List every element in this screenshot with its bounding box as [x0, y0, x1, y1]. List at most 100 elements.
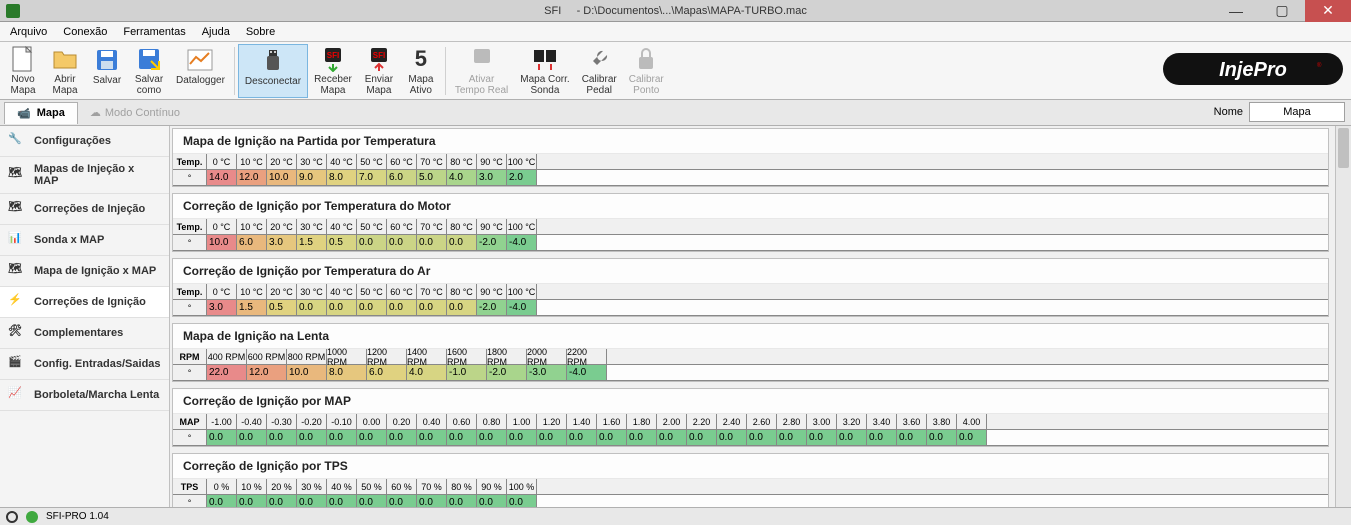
data-cell[interactable]: 6.0	[367, 365, 407, 381]
data-cell[interactable]: 0.0	[297, 300, 327, 316]
receive-map-button[interactable]: SFIReceberMapa	[308, 44, 358, 98]
data-cell[interactable]: 0.0	[387, 235, 417, 251]
data-cell[interactable]: 0.0	[507, 495, 537, 507]
data-cell[interactable]: 10.0	[287, 365, 327, 381]
open-map-button[interactable]: AbrirMapa	[44, 44, 86, 98]
data-cell[interactable]: 1.5	[297, 235, 327, 251]
sonda-map-button[interactable]: Mapa Corr.Sonda	[514, 44, 575, 98]
sidebar-item-6[interactable]: 🛠Complementares	[0, 318, 169, 349]
data-cell[interactable]: 8.0	[327, 365, 367, 381]
maximize-button[interactable]: ▢	[1259, 0, 1305, 22]
data-cell[interactable]: 0.0	[717, 430, 747, 446]
sidebar-item-4[interactable]: 🗺Mapa de Ignição x MAP	[0, 256, 169, 287]
data-cell[interactable]: 0.0	[597, 430, 627, 446]
sidebar-item-2[interactable]: 🗺Correções de Injeção	[0, 194, 169, 225]
data-cell[interactable]: 0.0	[627, 430, 657, 446]
data-cell[interactable]: 0.0	[267, 495, 297, 507]
close-button[interactable]: ✕	[1305, 0, 1351, 22]
menu-sobre[interactable]: Sobre	[240, 24, 281, 40]
data-cell[interactable]: 0.0	[357, 300, 387, 316]
data-cell[interactable]: 0.0	[237, 430, 267, 446]
sidebar-item-5[interactable]: ⚡Correções de Ignição	[0, 287, 169, 318]
data-cell[interactable]: 0.0	[417, 235, 447, 251]
save-as-button[interactable]: Salvarcomo	[128, 44, 170, 98]
data-cell[interactable]: 0.0	[207, 495, 237, 507]
data-cell[interactable]: -1.0	[447, 365, 487, 381]
data-cell[interactable]: -2.0	[477, 235, 507, 251]
menu-arquivo[interactable]: Arquivo	[4, 24, 53, 40]
data-cell[interactable]: 0.0	[447, 495, 477, 507]
data-cell[interactable]: 0.0	[417, 300, 447, 316]
sidebar-item-8[interactable]: 📈Borboleta/Marcha Lenta	[0, 380, 169, 411]
data-cell[interactable]: 0.0	[507, 430, 537, 446]
data-cell[interactable]: 5.0	[417, 170, 447, 186]
data-cell[interactable]: -4.0	[507, 300, 537, 316]
data-cell[interactable]: 0.0	[777, 430, 807, 446]
sidebar-item-0[interactable]: 🔧Configurações	[0, 126, 169, 157]
data-cell[interactable]: 0.0	[687, 430, 717, 446]
data-cell[interactable]: 0.0	[297, 430, 327, 446]
data-cell[interactable]: 0.0	[747, 430, 777, 446]
datalogger-button[interactable]: Datalogger	[170, 44, 231, 98]
data-cell[interactable]: 0.0	[327, 495, 357, 507]
active-map-button[interactable]: 5MapaAtivo	[400, 44, 442, 98]
data-cell[interactable]: 4.0	[447, 170, 477, 186]
data-cell[interactable]: -4.0	[507, 235, 537, 251]
data-cell[interactable]: -4.0	[567, 365, 607, 381]
data-cell[interactable]: 0.0	[207, 430, 237, 446]
send-map-button[interactable]: SFIEnviarMapa	[358, 44, 400, 98]
save-button[interactable]: Salvar	[86, 44, 128, 98]
data-cell[interactable]: 3.0	[477, 170, 507, 186]
data-cell[interactable]: 0.0	[477, 430, 507, 446]
data-cell[interactable]: 0.0	[447, 430, 477, 446]
sidebar-item-7[interactable]: 🎬Config. Entradas/Saidas	[0, 349, 169, 380]
data-cell[interactable]: -2.0	[487, 365, 527, 381]
calibrate-pedal-button[interactable]: CalibrarPedal	[576, 44, 623, 98]
data-cell[interactable]: 0.0	[357, 430, 387, 446]
disconnect-button[interactable]: Desconectar	[238, 44, 308, 98]
menu-conexao[interactable]: Conexão	[57, 24, 113, 40]
data-cell[interactable]: 0.0	[387, 495, 417, 507]
tab-mapa[interactable]: 📹 Mapa	[4, 102, 78, 124]
calibrate-point-button[interactable]: CalibrarPonto	[623, 44, 670, 98]
data-cell[interactable]: 0.0	[327, 430, 357, 446]
data-cell[interactable]: 10.0	[267, 170, 297, 186]
data-cell[interactable]: 0.0	[327, 300, 357, 316]
data-cell[interactable]: 12.0	[237, 170, 267, 186]
data-cell[interactable]: 0.0	[237, 495, 267, 507]
data-cell[interactable]: 0.0	[267, 430, 297, 446]
data-cell[interactable]: 0.0	[387, 430, 417, 446]
data-cell[interactable]: 0.0	[657, 430, 687, 446]
data-cell[interactable]: 0.0	[837, 430, 867, 446]
menu-ajuda[interactable]: Ajuda	[196, 24, 236, 40]
data-cell[interactable]: 0.0	[957, 430, 987, 446]
data-cell[interactable]: 14.0	[207, 170, 237, 186]
minimize-button[interactable]: —	[1213, 0, 1259, 22]
realtime-button[interactable]: AtivarTempo Real	[449, 44, 514, 98]
data-cell[interactable]: 0.0	[357, 235, 387, 251]
data-cell[interactable]: 0.0	[897, 430, 927, 446]
data-cell[interactable]: 7.0	[357, 170, 387, 186]
data-cell[interactable]: 9.0	[297, 170, 327, 186]
data-cell[interactable]: 12.0	[247, 365, 287, 381]
data-cell[interactable]: 1.5	[237, 300, 267, 316]
data-cell[interactable]: 0.0	[807, 430, 837, 446]
data-cell[interactable]: -3.0	[527, 365, 567, 381]
data-cell[interactable]: 4.0	[407, 365, 447, 381]
menu-ferramentas[interactable]: Ferramentas	[117, 24, 191, 40]
data-cell[interactable]: -2.0	[477, 300, 507, 316]
data-cell[interactable]: 0.5	[327, 235, 357, 251]
new-map-button[interactable]: NovoMapa	[2, 44, 44, 98]
data-cell[interactable]: 22.0	[207, 365, 247, 381]
data-cell[interactable]: 6.0	[237, 235, 267, 251]
data-cell[interactable]: 0.0	[567, 430, 597, 446]
data-cell[interactable]: 6.0	[387, 170, 417, 186]
data-cell[interactable]: 0.0	[927, 430, 957, 446]
data-cell[interactable]: 0.0	[477, 495, 507, 507]
data-cell[interactable]: 0.0	[417, 495, 447, 507]
data-cell[interactable]: 2.0	[507, 170, 537, 186]
data-cell[interactable]: 0.0	[447, 300, 477, 316]
data-cell[interactable]: 0.0	[447, 235, 477, 251]
data-cell[interactable]: 8.0	[327, 170, 357, 186]
data-cell[interactable]: 3.0	[267, 235, 297, 251]
